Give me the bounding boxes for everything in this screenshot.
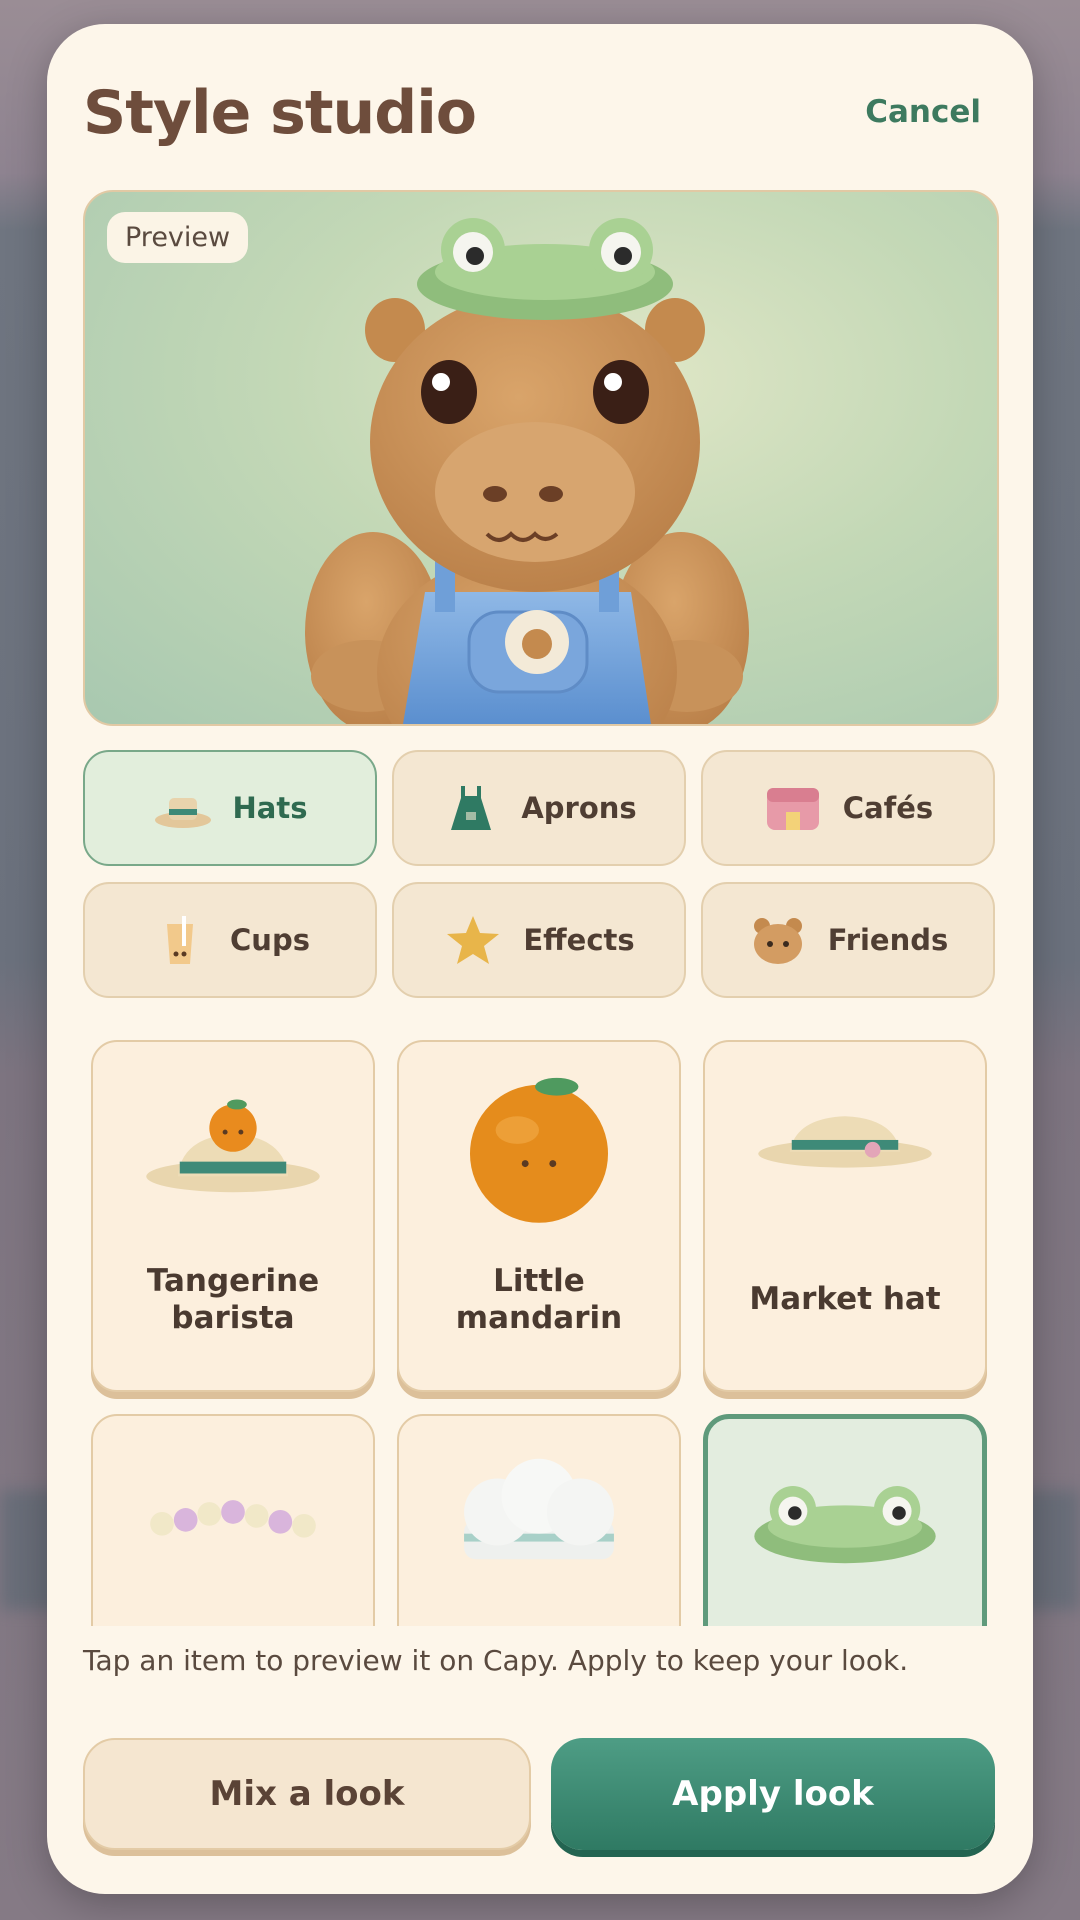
item-little-mandarin[interactable]: Little mandarin <box>397 1040 681 1392</box>
item-market-hat[interactable]: Market hat <box>703 1040 987 1392</box>
character-preview: Preview <box>83 190 999 726</box>
item-frog-hat[interactable] <box>703 1414 987 1626</box>
tab-label: Cups <box>230 923 310 957</box>
bear-face-icon <box>753 918 802 964</box>
item-chef-hat[interactable] <box>397 1414 681 1626</box>
cancel-button[interactable]: Cancel <box>865 94 981 130</box>
mandarin-icon <box>469 1077 609 1223</box>
hat-items-grid: Tangerine barista Little mandarin Market… <box>91 1040 987 1626</box>
tab-effects[interactable]: Effects <box>392 882 686 998</box>
item-tangerine-barista[interactable]: Tangerine barista <box>91 1040 375 1392</box>
tab-aprons[interactable]: Aprons <box>392 750 686 866</box>
apply-look-button[interactable]: Apply look <box>551 1738 995 1850</box>
tab-friends[interactable]: Friends <box>701 882 995 998</box>
hint-text: Tap an item to preview it on Capy. Apply… <box>83 1644 909 1677</box>
tab-cups[interactable]: Cups <box>83 882 377 998</box>
frog-hat-icon <box>754 1486 936 1564</box>
style-studio-sheet: Style studio Cancel Preview Hats Aprons … <box>47 24 1033 1894</box>
mix-a-look-button[interactable]: Mix a look <box>83 1738 531 1850</box>
flower-crown-icon <box>150 1500 316 1538</box>
chef-hat-icon <box>464 1458 614 1560</box>
tab-label: Cafés <box>842 791 934 825</box>
preview-badge: Preview <box>107 212 249 263</box>
star-icon <box>447 916 500 964</box>
item-label: Little mandarin <box>455 1262 623 1336</box>
item-label: Market hat <box>749 1281 941 1318</box>
item-label: Tangerine barista <box>146 1262 320 1336</box>
capybara-character-image <box>305 218 749 724</box>
tab-label: Aprons <box>521 791 637 825</box>
page-title: Style studio <box>83 78 477 148</box>
tab-hats[interactable]: Hats <box>83 750 377 866</box>
tangerine-hat-icon <box>146 1099 320 1193</box>
apron-icon <box>451 786 492 830</box>
item-flower-crown[interactable] <box>91 1414 375 1626</box>
market-hat-icon <box>758 1116 932 1168</box>
tab-cafes[interactable]: Cafés <box>701 750 995 866</box>
tab-label: Hats <box>232 791 308 825</box>
category-tabs: Hats Aprons Cafés Cups Effects Friends <box>83 750 995 998</box>
cup-icon <box>167 916 194 964</box>
tab-label: Friends <box>827 923 949 957</box>
cafe-icon <box>766 788 819 830</box>
tab-label: Effects <box>523 923 635 957</box>
hat-icon <box>154 798 211 828</box>
